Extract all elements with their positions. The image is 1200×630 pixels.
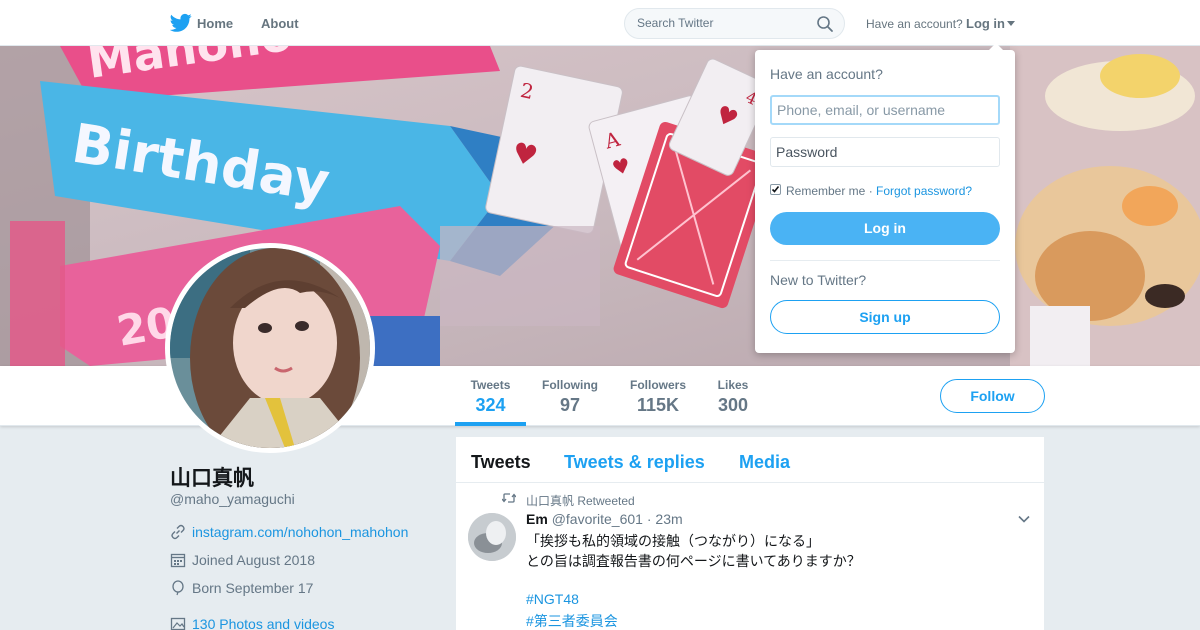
stat-tweets[interactable]: Tweets 324 <box>465 378 516 416</box>
stat-following-value: 97 <box>559 395 581 415</box>
forgot-password-link[interactable]: Forgot password? <box>876 184 972 198</box>
profile-joined-text: Joined August 2018 <box>192 552 315 568</box>
retweet-context[interactable]: 山口真帆 Retweeted <box>526 492 635 509</box>
tab-media[interactable]: Media <box>739 452 790 473</box>
tweet-hashtag-1[interactable]: #NGT48 <box>526 591 579 607</box>
tweet-header: Em @favorite_601 · 23m <box>526 511 683 527</box>
link-icon <box>171 524 185 540</box>
avatar[interactable] <box>165 243 375 453</box>
stat-likes[interactable]: Likes 300 <box>713 378 753 416</box>
calendar-icon <box>170 553 186 568</box>
avatar-photo <box>170 248 370 448</box>
tweet-author-name[interactable]: Em <box>526 511 548 527</box>
photo-icon <box>170 617 186 630</box>
signup-button[interactable]: Sign up <box>770 300 1000 334</box>
profile-website-text[interactable]: instagram.com/nohohon_mahohon <box>192 524 408 540</box>
checkmark-icon <box>771 186 780 193</box>
retweet-icon <box>502 493 516 503</box>
tweet-text-line-1: 「挨拶も私的領域の接触（つながり）になる」 <box>526 533 820 549</box>
tweet-time[interactable]: · 23m <box>647 511 683 527</box>
stat-followers-label: Followers <box>629 378 686 392</box>
tweet-author-handle[interactable]: @favorite_601 <box>552 511 643 527</box>
dropdown-divider <box>770 260 1000 261</box>
stat-followers-value: 115K <box>636 395 680 415</box>
remember-me-label: Remember me · Forgot password? <box>786 184 972 198</box>
search-icon[interactable] <box>816 15 834 33</box>
stat-tweets-label: Tweets <box>470 378 511 392</box>
login-link[interactable]: Log in <box>966 16 1005 31</box>
stat-following-label: Following <box>542 378 598 392</box>
profile-handle: @maho_yamaguchi <box>170 491 295 507</box>
have-account-text: Have an account? <box>866 17 963 31</box>
login-dropdown: Have an account? Remember me · Forgot pa… <box>755 43 1015 353</box>
new-to-twitter-text: New to Twitter? <box>770 272 867 288</box>
stat-tweets-value: 324 <box>475 395 506 415</box>
login-button[interactable]: Log in <box>770 212 1000 245</box>
follow-button[interactable]: Follow <box>940 379 1045 413</box>
tab-tweets-replies[interactable]: Tweets & replies <box>564 452 705 473</box>
stat-following[interactable]: Following 97 <box>538 378 602 416</box>
stat-followers[interactable]: Followers 115K <box>625 378 691 416</box>
twitter-bird-icon[interactable] <box>170 13 192 33</box>
username-field[interactable] <box>770 95 1000 125</box>
top-navbar: Home About Have an account? Log in <box>0 0 1200 46</box>
dropdown-title: Have an account? <box>770 66 883 82</box>
remember-me-text[interactable]: Remember me · <box>786 184 873 198</box>
dropdown-arrow <box>988 43 1004 51</box>
timeline: Tweets Tweets & replies Media 山口真帆 Retwe… <box>456 437 1044 630</box>
search-box <box>624 8 845 39</box>
password-field[interactable] <box>770 137 1000 167</box>
tweet-text-line-2: との旨は調査報告書の何ページに書いてありますか？ <box>526 553 861 569</box>
search-input[interactable] <box>637 16 807 30</box>
active-tab-underline <box>455 422 526 426</box>
tweet-hashtag-2[interactable]: #第三者委員会 <box>526 611 618 630</box>
timeline-tabs: Tweets Tweets & replies Media <box>456 437 1044 483</box>
chevron-down-icon[interactable] <box>1018 515 1030 523</box>
caret-down-icon[interactable] <box>1007 21 1015 26</box>
profile-born-text: Born September 17 <box>192 580 314 596</box>
stat-likes-label: Likes <box>717 378 749 392</box>
nav-home-link[interactable]: Home <box>197 16 233 31</box>
tweet-avatar-image <box>468 513 516 561</box>
nav-about-link[interactable]: About <box>261 16 299 31</box>
profile-photos-text[interactable]: 130 Photos and videos <box>192 616 334 630</box>
stat-likes-value: 300 <box>717 395 749 415</box>
balloon-icon <box>172 580 184 596</box>
tweet-author-avatar[interactable] <box>468 513 516 561</box>
tab-tweets[interactable]: Tweets <box>471 452 531 473</box>
remember-me-checkbox[interactable] <box>770 184 781 195</box>
profile-name: 山口真帆 <box>170 467 254 490</box>
